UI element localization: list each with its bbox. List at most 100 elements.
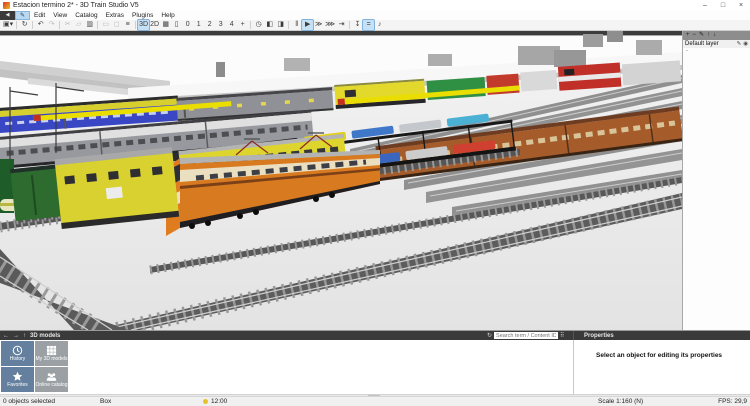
catalog-header: ← → ↑ 3D models ↻ ⠿ Properties <box>0 331 750 340</box>
main-toolbar: ▣▾ ↻ ↶ ↷ ✂ ▱ ▥ ▭ ◻ ≡ 3D 2D ▦ ▯ 0 1 2 3 4 + ◷ ◧ ◨ ‖ ▶ ≫ ⋙ ⇥ ↧ = ♪ <box>0 19 750 31</box>
layers-panel: + − ✎ ↑ ↓ Default layer ✎ ◉ - <box>682 31 750 330</box>
event-timer-button[interactable]: ◷ <box>253 20 264 30</box>
toolbar-separator <box>59 21 61 29</box>
skip-end-button[interactable]: ⇥ <box>336 20 347 30</box>
tile-history[interactable]: History <box>1 341 34 366</box>
view-manager-button[interactable]: ◧ <box>264 20 275 30</box>
train-yellow-van[interactable] <box>54 147 180 230</box>
toolbar-separator <box>288 21 290 29</box>
undo-button[interactable]: ↶ <box>35 20 46 30</box>
group-button[interactable]: ▭ <box>100 20 111 30</box>
redo-button[interactable]: ↷ <box>46 20 57 30</box>
current-tool-label: Box <box>100 398 112 405</box>
tile-favorites[interactable]: Favorites <box>1 367 34 392</box>
grid-icon <box>46 345 57 356</box>
properties-empty-message: Select an object for editing its propert… <box>573 340 750 394</box>
tile-my-3d-models[interactable]: My 3D models <box>35 341 68 366</box>
catalog-tiles: History My 3D models Favorites Online ca… <box>0 340 69 393</box>
grid-button[interactable]: ▦ <box>160 20 171 30</box>
menu-help[interactable]: Help <box>157 11 178 20</box>
window-controls: – □ × <box>696 0 750 11</box>
catalog-forward-button[interactable]: → <box>13 333 19 339</box>
layer-height-button[interactable]: ▯ <box>171 20 182 30</box>
catalog-title: 3D models <box>30 332 61 339</box>
import-button[interactable]: ↧ <box>352 20 363 30</box>
camera-2-button[interactable]: 2 <box>204 20 215 30</box>
layer-name: Default layer <box>685 41 719 47</box>
layer-edit-pencil-icon[interactable]: ✎ <box>737 41 742 47</box>
close-button[interactable]: × <box>732 0 750 11</box>
status-bar: 0 objects selected Box 12:00 Scale 1:160… <box>0 396 750 406</box>
toolbar-separator <box>32 21 34 29</box>
copy-button[interactable]: ▱ <box>73 20 84 30</box>
layer-row-default[interactable]: Default layer ✎ ◉ <box>683 40 750 48</box>
clock-icon <box>12 345 23 356</box>
toolbar-separator <box>135 21 137 29</box>
people-icon <box>46 373 57 381</box>
app-window: Estacion termino 2* - 3D Train Studio V5… <box>0 0 750 406</box>
menu-plugins[interactable]: Plugins <box>128 11 157 20</box>
search-input[interactable] <box>494 332 559 339</box>
move-layer-up-button[interactable]: ↑ <box>707 31 710 40</box>
edit-layer-button[interactable]: ✎ <box>699 31 704 40</box>
cut-button[interactable]: ✂ <box>62 20 73 30</box>
remove-layer-button[interactable]: − <box>693 31 697 40</box>
search-cluster: ↻ ⠿ <box>487 331 564 340</box>
app-logo-icon <box>3 2 10 9</box>
layers-toolbar: + − ✎ ↑ ↓ <box>683 31 750 40</box>
paste-button[interactable]: ▥ <box>84 20 95 30</box>
train-green-wagon[interactable] <box>0 159 62 222</box>
menu-edit[interactable]: Edit <box>30 11 49 20</box>
back-arrow-button[interactable]: ◀ <box>0 11 15 20</box>
maximize-button[interactable]: □ <box>714 0 732 11</box>
camera-add-button[interactable]: + <box>237 20 248 30</box>
object-list-button[interactable]: ≡ <box>122 20 133 30</box>
camera-3-button[interactable]: 3 <box>215 20 226 30</box>
camera-0-button[interactable]: 0 <box>182 20 193 30</box>
toolbar-separator <box>349 21 351 29</box>
reset-camera-button[interactable]: ↻ <box>19 20 30 30</box>
add-layer-button[interactable]: + <box>686 31 690 40</box>
view-3d-button[interactable]: 3D <box>137 19 151 31</box>
play-button[interactable]: ▶ <box>301 19 315 31</box>
window-title: Estacion termino 2* - 3D Train Studio V5 <box>13 2 139 9</box>
daytime-sun-icon <box>203 399 208 404</box>
menu-view[interactable]: View <box>49 11 71 20</box>
layer-visibility-eye-icon[interactable]: ◉ <box>743 41 748 47</box>
catalog-up-button[interactable]: ↑ <box>23 333 26 339</box>
minimize-button[interactable]: – <box>696 0 714 11</box>
catalog-back-button[interactable]: ← <box>3 333 9 339</box>
faster-forward-button[interactable]: ⋙ <box>324 20 336 30</box>
refresh-icon[interactable]: ↻ <box>487 332 492 339</box>
speed-toggle-button[interactable]: = <box>362 19 376 31</box>
selection-count: 0 objects selected <box>3 398 56 405</box>
menu-catalog[interactable]: Catalog <box>71 11 101 20</box>
main-area: + − ✎ ↑ ↓ Default layer ✎ ◉ - <box>0 31 750 330</box>
simulation-time: 12:00 <box>211 398 228 405</box>
camera-view-button[interactable]: ◨ <box>275 20 286 30</box>
ungroup-button[interactable]: ◻ <box>111 20 122 30</box>
catalog-body: History My 3D models Favorites Online ca… <box>0 340 750 394</box>
volume-button[interactable]: ♪ <box>374 20 385 30</box>
toolbar-separator <box>16 21 18 29</box>
fast-forward-button[interactable]: ≫ <box>313 20 324 30</box>
camera-4-button[interactable]: 4 <box>226 20 237 30</box>
toolbar-separator <box>250 21 252 29</box>
camera-1-button[interactable]: 1 <box>193 20 204 30</box>
title-bar: Estacion termino 2* - 3D Train Studio V5… <box>0 0 750 11</box>
3d-scene-render <box>0 31 682 330</box>
top-edge-structure <box>0 31 682 35</box>
tile-online-catalog[interactable]: Online catalog <box>35 367 68 392</box>
scale-indicator: Scale 1:160 (N) <box>598 398 644 405</box>
layer-sub-row: - <box>686 48 688 54</box>
menu-bar: ◀ ✎ Edit View Catalog Extras Plugins Help <box>0 11 750 20</box>
star-icon <box>12 371 23 381</box>
pause-button[interactable]: ‖ <box>291 20 302 30</box>
3d-viewport[interactable] <box>0 31 682 330</box>
save-button[interactable]: ▣▾ <box>2 20 14 30</box>
edit-tool-pencil-button[interactable]: ✎ <box>15 11 30 20</box>
grid-view-toggle-icon[interactable]: ⠿ <box>560 332 564 339</box>
menu-extras[interactable]: Extras <box>102 11 128 20</box>
view-2d-button[interactable]: 2D <box>149 20 160 30</box>
move-layer-down-button[interactable]: ↓ <box>713 31 716 40</box>
